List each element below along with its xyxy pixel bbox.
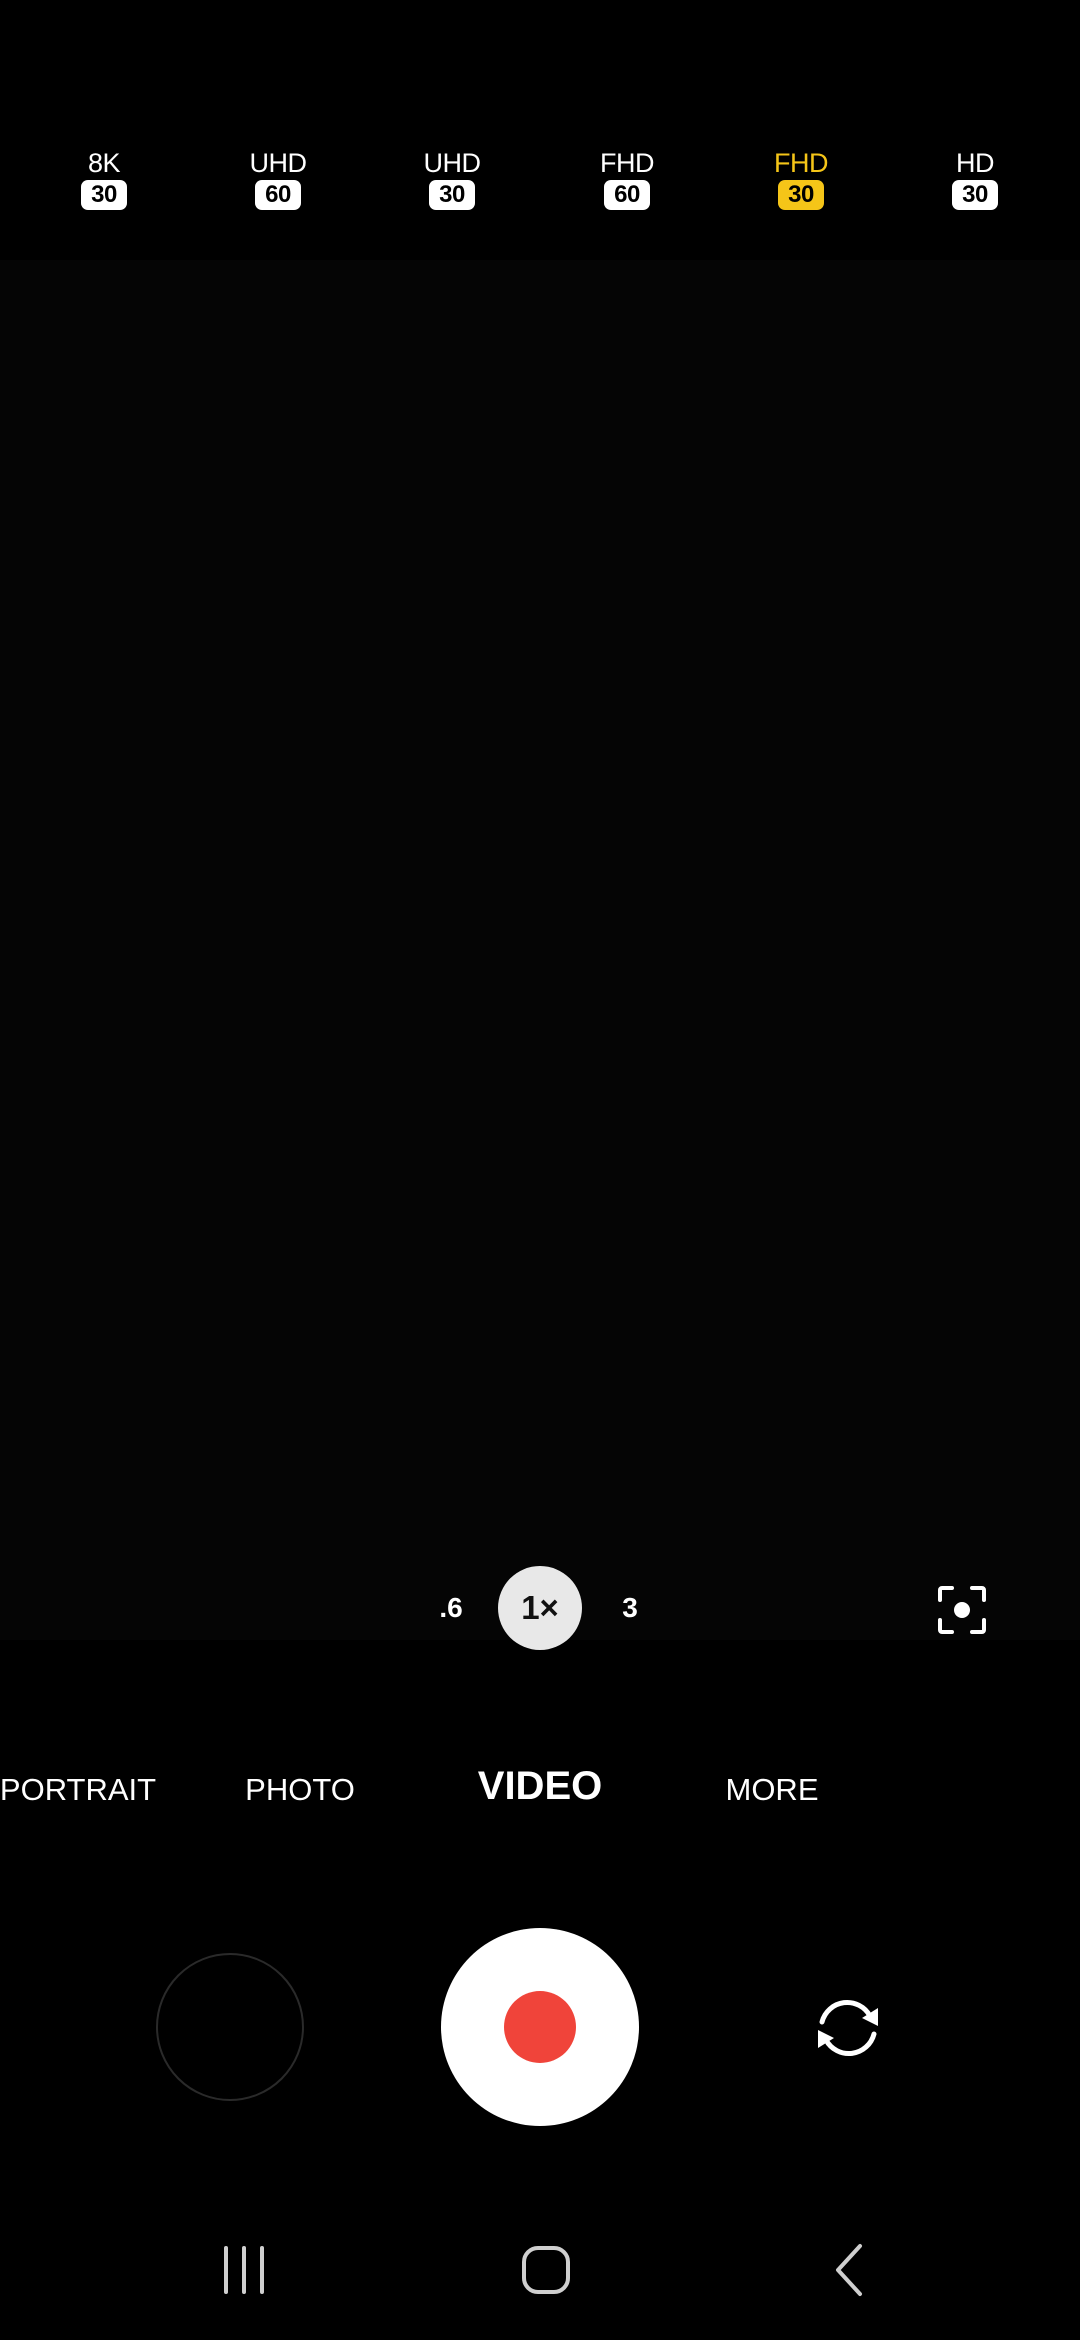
camera-viewfinder[interactable]: [0, 260, 1080, 1640]
resolution-option-uhd-30[interactable]: UHD 30: [392, 148, 512, 210]
resolution-option-fhd-30[interactable]: FHD 30: [741, 148, 861, 210]
fps-badge: 60: [604, 180, 650, 210]
recents-icon[interactable]: [214, 2240, 274, 2300]
fps-badge: 30: [429, 180, 475, 210]
record-icon: [504, 1991, 576, 2063]
resolution-label: FHD: [600, 148, 655, 178]
resolution-option-uhd-60[interactable]: UHD 60: [218, 148, 338, 210]
fps-badge: 30: [778, 180, 824, 210]
resolution-label: 8K: [87, 148, 121, 178]
resolution-label: UHD: [423, 148, 482, 178]
back-icon[interactable]: [820, 2240, 880, 2300]
resolution-label: UHD: [249, 148, 308, 178]
mode-video[interactable]: VIDEO: [478, 1766, 602, 1806]
fps-badge: 30: [952, 180, 998, 210]
resolution-option-hd-30[interactable]: HD 30: [915, 148, 1035, 210]
home-icon[interactable]: [516, 2240, 576, 2300]
resolution-label: HD: [956, 148, 995, 178]
zoom-option-tele[interactable]: 3: [588, 1566, 672, 1650]
resolution-option-fhd-60[interactable]: FHD 60: [567, 148, 687, 210]
resolution-option-8k-30[interactable]: 8K 30: [44, 148, 164, 210]
mode-more[interactable]: MORE: [726, 1770, 819, 1810]
record-button[interactable]: [441, 1928, 639, 2126]
fps-badge: 30: [81, 180, 127, 210]
zoom-option-wide[interactable]: .6: [409, 1566, 493, 1650]
gallery-thumbnail[interactable]: [156, 1953, 304, 2101]
mode-photo[interactable]: PHOTO: [245, 1770, 355, 1810]
fps-badge: 60: [255, 180, 301, 210]
resolution-bar: 8K 30 UHD 60 UHD 30 FHD 60 FHD 30 HD 30: [0, 0, 1080, 260]
auto-focus-icon[interactable]: [934, 1582, 990, 1638]
mode-portrait[interactable]: PORTRAIT: [0, 1770, 156, 1810]
resolution-label: FHD: [774, 148, 829, 178]
flip-camera-icon[interactable]: [808, 1988, 888, 2068]
zoom-option-1x[interactable]: 1×: [498, 1566, 582, 1650]
